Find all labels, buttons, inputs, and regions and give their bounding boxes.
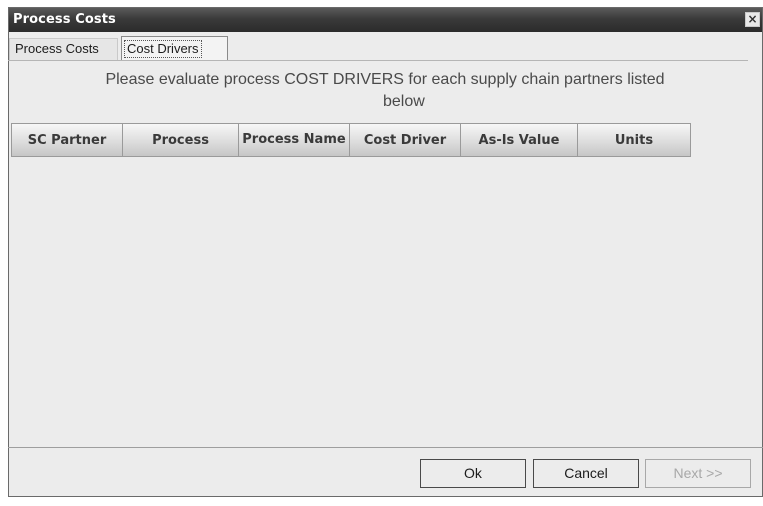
cancel-button[interactable]: Cancel (533, 459, 639, 488)
tab-divider (8, 60, 748, 61)
column-header-as-is-value[interactable]: As-Is Value (461, 123, 578, 157)
column-header-label: SC Partner (27, 132, 107, 148)
column-header-process-name[interactable]: Process Name (239, 123, 350, 157)
tab-cost-drivers[interactable]: Cost Drivers (121, 36, 228, 61)
instruction-text: Please evaluate process COST DRIVERS for… (0, 69, 763, 110)
next-button: Next >> (645, 459, 751, 488)
column-header-label: Cost Driver (363, 132, 447, 148)
ok-button[interactable]: Ok (420, 459, 526, 488)
cost-drivers-table-header: SC Partner Process Process Name Cost Dri… (11, 123, 691, 157)
button-bar-divider (8, 447, 763, 448)
instruction-line-2: below (383, 93, 425, 110)
column-header-label: Process (152, 132, 209, 148)
window-title: Process Costs (13, 12, 116, 27)
column-header-units[interactable]: Units (578, 123, 691, 157)
column-header-label: As-Is Value (478, 132, 560, 148)
column-header-label: Units (614, 132, 654, 148)
column-header-cost-driver[interactable]: Cost Driver (350, 123, 461, 157)
tab-process-costs[interactable]: Process Costs (9, 38, 118, 60)
column-header-label: Process Name (242, 131, 346, 147)
close-icon[interactable]: × (745, 12, 760, 27)
column-header-sc-partner[interactable]: SC Partner (11, 123, 123, 157)
title-bar: Process Costs × (9, 8, 762, 32)
column-header-process[interactable]: Process (123, 123, 239, 157)
tab-process-costs-label: Process Costs (15, 41, 99, 56)
instruction-line-1: Please evaluate process COST DRIVERS for… (105, 71, 665, 88)
tab-cost-drivers-label: Cost Drivers (124, 40, 202, 58)
